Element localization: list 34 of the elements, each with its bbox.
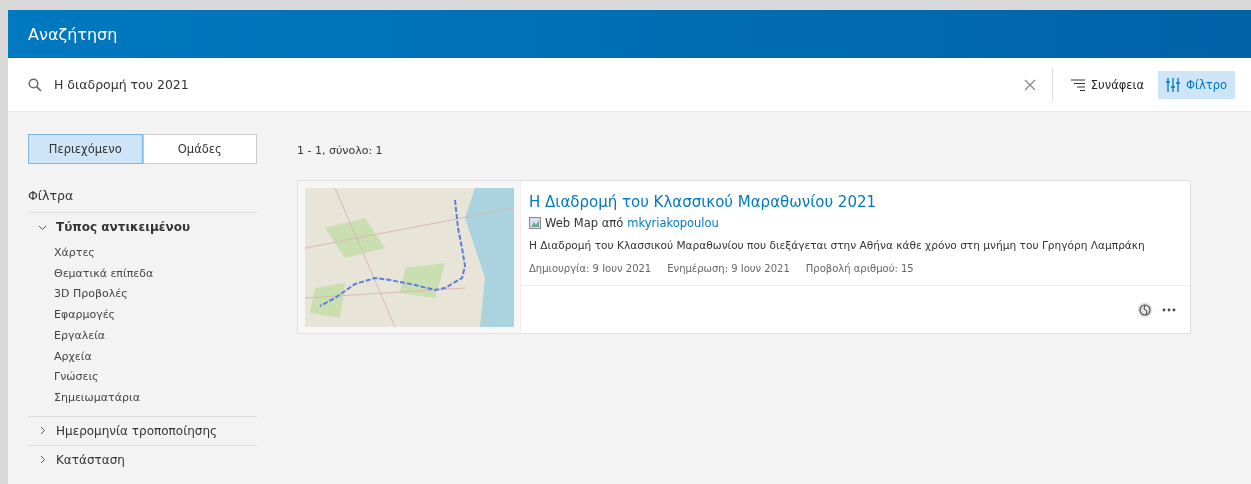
view-tab[interactable]: Περιεχόμενο [28,134,143,164]
filter-group-toggle[interactable]: Ημερομηνία τροποποίησης [28,416,228,445]
close-icon[interactable] [1023,78,1036,91]
sort-button[interactable]: Συνάφεια [1062,70,1152,99]
result-description: Η Διαδρομή του Κλασσικού Μαραθωνίου που διεξάγεται στην Αθήνα κάθε χρόνο στη μνήμη του Γρηγόρη Λαμπράκη [529,239,1146,251]
filters-heading: Φίλτρα [28,188,75,203]
filter-group-toggle[interactable]: Τύπος αντικειμένου [28,213,200,241]
more-options-icon[interactable] [1162,307,1176,312]
filter-option[interactable]: Χάρτες [54,245,257,262]
result-title-link[interactable]: Η Διαδρομή του Κλασσικού Μαραθωνίου 2021 [529,193,1182,211]
result-metadata: Προβολή αριθμού: 15 [805,263,914,274]
filter-option[interactable]: 3D Προβολές [54,286,257,304]
filter-button[interactable]: Φίλτρο [1158,70,1235,99]
web-map-icon [529,217,541,229]
owner-link[interactable]: mkyriakopoulou [627,216,719,230]
result-metadata: Ενημέρωση: 9 Ιουν 2021 [667,263,790,274]
sliders-icon [1166,77,1180,92]
filter-option[interactable]: Εφαρμογές [54,307,257,324]
filter-option[interactable]: Σημειωματάρια [54,389,257,407]
sort-icon [1070,78,1085,91]
chevron-right-icon [38,426,47,436]
page-title: Αναζήτηση [28,24,118,44]
filter-option[interactable]: Εργαλεία [54,327,257,345]
result-count: 1 - 1, σύνολο: 1 [297,144,384,159]
globe-icon[interactable] [1137,301,1153,318]
filter-option[interactable]: Αρχεία [54,348,257,366]
filter-group-toggle[interactable]: Κατάσταση [28,445,135,474]
filter-option[interactable]: Γνώσεις [54,369,257,386]
item-type: Web Map από [545,216,624,230]
search-icon [28,77,42,92]
filter-option[interactable]: Θεματικά επίπεδα [54,265,257,283]
view-tab[interactable]: Ομάδες [142,134,257,164]
result-metadata: Δημιουργία: 9 Ιουν 2021 [529,263,652,274]
chevron-right-icon [38,455,47,465]
